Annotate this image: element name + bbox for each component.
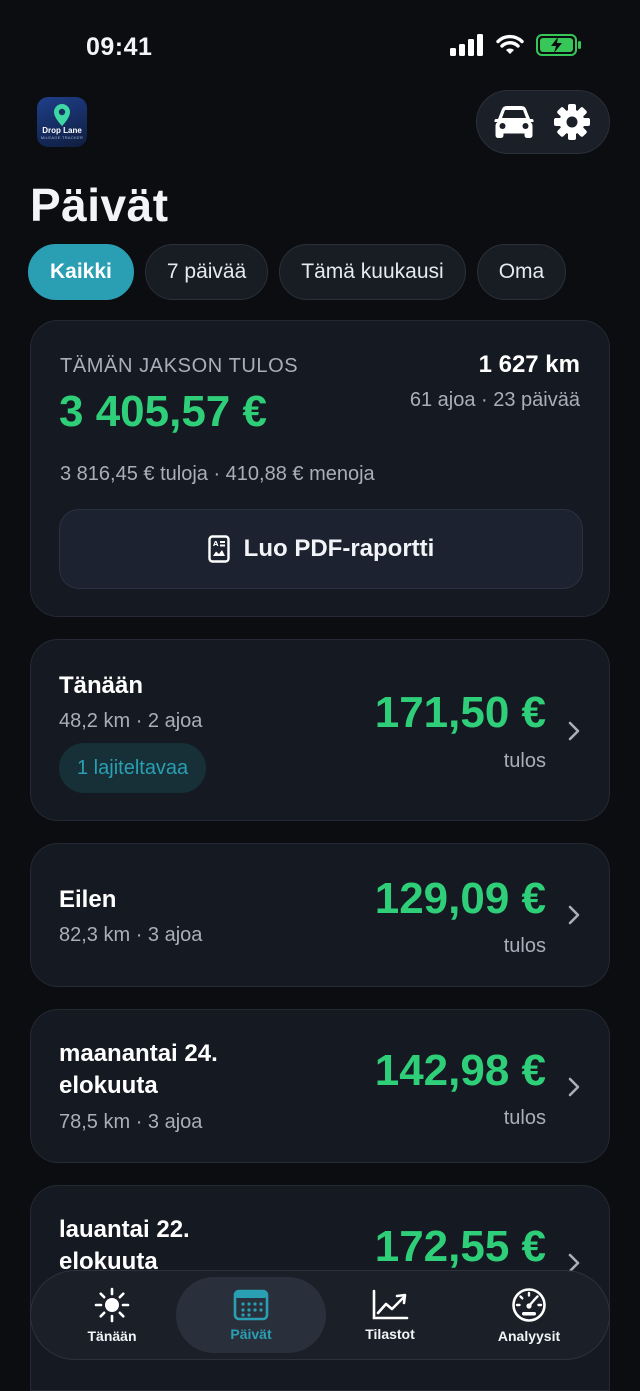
line-chart-icon [372,1289,409,1319]
summary-distance: 1 627 km [478,351,580,378]
cellular-signal-icon [450,34,483,56]
tab-days-label: Päivät [230,1325,272,1342]
summary-label: TÄMÄN JAKSON TULOS [60,355,299,377]
day-card-yesterday[interactable]: Eilen 82,3 km · 3 ajoa 129,09 € tulos [30,843,610,987]
chevron-right-icon [568,1077,580,1097]
tab-analyses[interactable]: Analyysit [454,1277,604,1353]
report-icon: A [207,535,230,563]
page-title: Päivät [30,179,169,231]
car-icon [494,106,534,138]
day-card-monday[interactable]: maanantai 24. elokuuta 78,5 km · 3 ajoa … [30,1009,610,1163]
settings-button[interactable] [549,99,595,145]
status-bar: 09:41 [0,0,640,90]
chevron-right-icon [568,721,580,741]
day-result-label: tulos [503,750,546,772]
tab-today[interactable]: Tänään [37,1277,187,1353]
chevron-right-icon [568,905,580,925]
day-card-today[interactable]: Tänään 48,2 km · 2 ajoa 1 lajiteltavaa 1… [30,639,610,821]
period-summary-card: TÄMÄN JAKSON TULOS 3 405,57 € 1 627 km 6… [30,320,610,617]
summary-amount: 3 405,57 € [59,387,267,436]
status-icons [450,34,582,56]
tab-bar: Tänään Päivät Tilastot Analyysit [30,1270,610,1360]
battery-charging-icon [536,34,581,56]
filter-custom[interactable]: Oma [476,244,567,300]
day-amount: 172,55 € [374,1222,546,1271]
filter-7-days[interactable]: 7 päivää [144,244,269,300]
map-pin-icon [54,104,70,126]
day-title: lauantai 22. elokuuta [59,1216,190,1275]
create-pdf-report-label: Luo PDF-raportti [243,535,435,562]
day-meta: 82,3 km · 3 ajoa [59,924,203,946]
day-amount: 142,98 € [374,1046,546,1095]
day-meta: 48,2 km · 2 ajoa [59,710,203,732]
summary-meta: 61 ajoa · 23 päivää [409,389,580,411]
filter-all[interactable]: Kaikki [28,244,134,300]
tab-statistics-label: Tilastot [365,1325,415,1342]
day-amount: 171,50 € [374,688,546,737]
create-pdf-report-button[interactable]: A Luo PDF-raportti [59,509,583,589]
sun-icon [94,1287,130,1322]
top-actions [476,90,610,154]
filter-row: Kaikki 7 päivää Tämä kuukausi Oma [28,244,567,300]
app-logo-subtext: MILEAGE TRACKER [40,135,84,140]
app-logo-text: Drop Lane [42,126,82,135]
app-logo: Drop Lane MILEAGE TRACKER [37,97,87,147]
svg-text:A: A [213,540,219,548]
wifi-icon [496,34,524,54]
summary-breakdown: 3 816,45 € tuloja · 410,88 € menoja [60,463,375,485]
day-meta: 78,5 km · 3 ajoa [59,1111,203,1133]
calendar-icon [233,1289,269,1320]
day-title: maanantai 24. elokuuta [59,1040,218,1099]
speedometer-icon [512,1287,546,1322]
filter-this-month[interactable]: Tämä kuukausi [279,244,466,300]
gear-icon [554,104,590,140]
tab-analyses-label: Analyysit [497,1327,561,1344]
uncategorized-badge[interactable]: 1 lajiteltavaa [59,743,207,793]
day-result-label: tulos [503,1107,546,1129]
vehicle-button[interactable] [491,99,537,145]
status-time: 09:41 [86,33,153,61]
day-title: Eilen [59,886,117,913]
day-result-label: tulos [503,935,546,957]
tab-statistics[interactable]: Tilastot [315,1277,465,1353]
day-amount: 129,09 € [374,874,546,923]
day-title: Tänään [59,672,144,699]
tab-today-label: Tänään [87,1327,137,1344]
tab-days[interactable]: Päivät [176,1277,326,1353]
